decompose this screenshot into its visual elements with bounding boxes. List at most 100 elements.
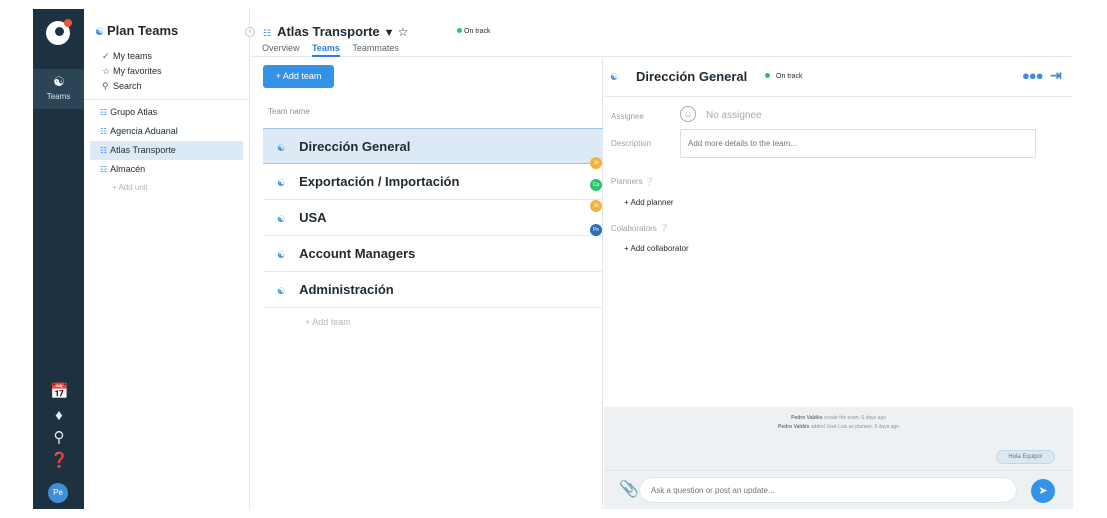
team-row[interactable]: ☯ Dirección General Jo [263,128,603,169]
unit-label: Grupo Atlas [110,107,158,117]
chevron-down-icon[interactable]: ▼ [384,27,395,39]
team-row[interactable]: ☯ USA Jo Pe [263,200,603,236]
bell-icon[interactable]: ♦ [50,407,68,425]
app-rail: ☯ Teams 📅 ♦ ⚲ ❓ Pe [33,9,89,509]
star-icon: ☆ [102,66,111,76]
team-name: Exportación / Importación [299,174,460,189]
add-unit-link[interactable]: + Add unit [84,179,249,197]
teams-icon: ☯ [95,27,104,38]
send-button[interactable]: ➤ [1031,479,1055,503]
status-dot [765,73,770,78]
status-dot [457,28,462,33]
unit-label: Atlas Transporte [110,145,176,155]
team-icon: ☯ [277,286,286,296]
unit-item-agencia-aduanal[interactable]: ☷ Agencia Aduanal [84,122,249,141]
search-icon: ⚲ [102,81,109,91]
sidebar-title-text: Plan Teams [106,23,179,38]
teams-icon: ☯ [53,74,65,89]
sidebar-nav: ✓ My teams ☆ My favorites ⚲ Search [102,51,162,96]
unit-item-atlas-transporte[interactable]: ☷ Atlas Transporte [90,141,243,160]
assignee-label: Assignee [611,112,644,121]
activity-item: Pedro Valdés create the team. 6 days ago [604,414,1073,423]
team-name: USA [299,210,327,225]
unit-label: Agencia Aduanal [110,126,178,136]
activity-text: create the team. 6 days ago [823,415,886,421]
team-row[interactable]: ☯ Account Managers [263,236,603,272]
tab-overview[interactable]: Overview [262,43,300,55]
column-header-team-name: Team name [268,107,310,116]
search-icon[interactable]: ⚲ [50,429,68,447]
sidebar-item-my-teams[interactable]: ✓ My teams [102,51,162,66]
unit-item-grupo-atlas[interactable]: ☷ Grupo Atlas [84,103,249,122]
add-team-button[interactable]: + Add team [263,65,334,88]
unit-label: Almacén [110,164,146,174]
unit-icon: ☷ [100,127,108,136]
help-icon[interactable]: ❓ [50,452,69,470]
sidebar-title: ☯ Plan Teams [95,23,178,38]
star-icon[interactable]: ☆ [398,25,409,39]
info-icon: ❔ [659,224,670,233]
unit-icon: ☷ [100,165,108,174]
sidebar-divider [84,99,249,100]
description-field[interactable] [680,129,1036,158]
tab-teammates[interactable]: Teammates [352,43,399,55]
detail-header: ☯ Dirección General On track ●●● ⇥ [604,58,1073,97]
rail-nav-teams[interactable]: ☯ Teams [33,69,84,109]
unit-icon: ☷ [100,108,108,117]
page-header: ☷ Atlas Transporte ▼ ☆ On track Overview Te… [251,9,1073,57]
page-title: ☷ Atlas Transporte ▼ ☆ [263,24,408,39]
app-logo-icon[interactable] [46,19,72,45]
team-name: Dirección General [299,139,411,154]
add-planner-link[interactable]: + Add planner [624,198,674,207]
paperclip-icon[interactable]: 📎 [619,479,639,499]
team-name: Account Managers [299,246,416,261]
planners-label: Planners ❔ [611,177,655,186]
message-input[interactable] [639,477,1017,503]
unit-item-almacen[interactable]: ☷ Almacén [84,160,249,179]
activity-feed: Pedro Valdés create the team. 6 days ago… [604,407,1073,470]
team-icon: ☯ [277,214,286,224]
planners-label-text: Planners [611,177,643,186]
unit-icon: ☷ [100,146,108,155]
person-icon[interactable]: ☺ [680,106,696,122]
team-detail-panel: ☯ Dirección General On track ●●● ⇥ Assig… [604,58,1073,509]
sidebar-item-label: My favorites [113,66,162,76]
message-composer: 📎 ➤ [604,470,1073,509]
check-circle-icon: ✓ [102,51,110,61]
more-options-icon[interactable]: ●●● [1022,68,1044,83]
sidebar-item-search[interactable]: ⚲ Search [102,81,162,96]
team-icon: ☯ [277,250,286,260]
unit-list: ☷ Grupo Atlas ☷ Agencia Aduanal ☷ Atlas Tra… [84,103,249,197]
collaborators-label: Colaborators ❔ [611,224,669,233]
team-name: Administración [299,282,394,297]
sidebar-item-label: Search [113,81,142,91]
tab-bar: Overview Teams Teammates [262,43,409,57]
close-panel-icon[interactable]: ⇥ [1050,67,1062,84]
add-collaborator-link[interactable]: + Add collaborator [624,244,689,253]
status-badge: On track [457,28,490,35]
sidebar-item-label: My teams [113,51,153,61]
assignee-value[interactable]: No assignee [706,110,762,121]
activity-text: added José Luis as planner. 6 days ago [810,424,899,430]
team-row[interactable]: ☯ Exportación / Importación Ca [263,164,603,200]
sidebar: ☯ Plan Teams ✓ My teams ☆ My favorites ⚲ Sea… [84,9,250,509]
user-avatar[interactable]: Pe [48,483,68,503]
team-icon: ☯ [277,178,286,188]
info-icon: ❔ [644,177,655,186]
status-text: On track [464,28,491,35]
activity-user: Pedro Valdés [791,415,823,421]
description-label: Description [611,139,652,148]
activity-user: Pedro Valdés [778,424,810,430]
chat-message-bubble: Hola Equipo! [996,450,1055,464]
activity-item: Pedro Valdés added José Luis as planner.… [604,423,1073,432]
calendar-check-icon[interactable]: 📅 [50,383,69,401]
team-row[interactable]: ☯ Administración [263,272,603,308]
unit-icon: ☷ [263,28,272,38]
team-rows: ☯ Dirección General Jo ☯ Exportación / Imp… [263,128,603,308]
page-title-text: Atlas Transporte [277,24,380,39]
sidebar-item-my-favorites[interactable]: ☆ My favorites [102,66,162,81]
team-icon: ☯ [277,143,286,153]
add-team-row-link[interactable]: + Add team [305,317,351,327]
tab-teams[interactable]: Teams [312,43,340,57]
rail-nav-teams-label: Teams [46,92,71,101]
